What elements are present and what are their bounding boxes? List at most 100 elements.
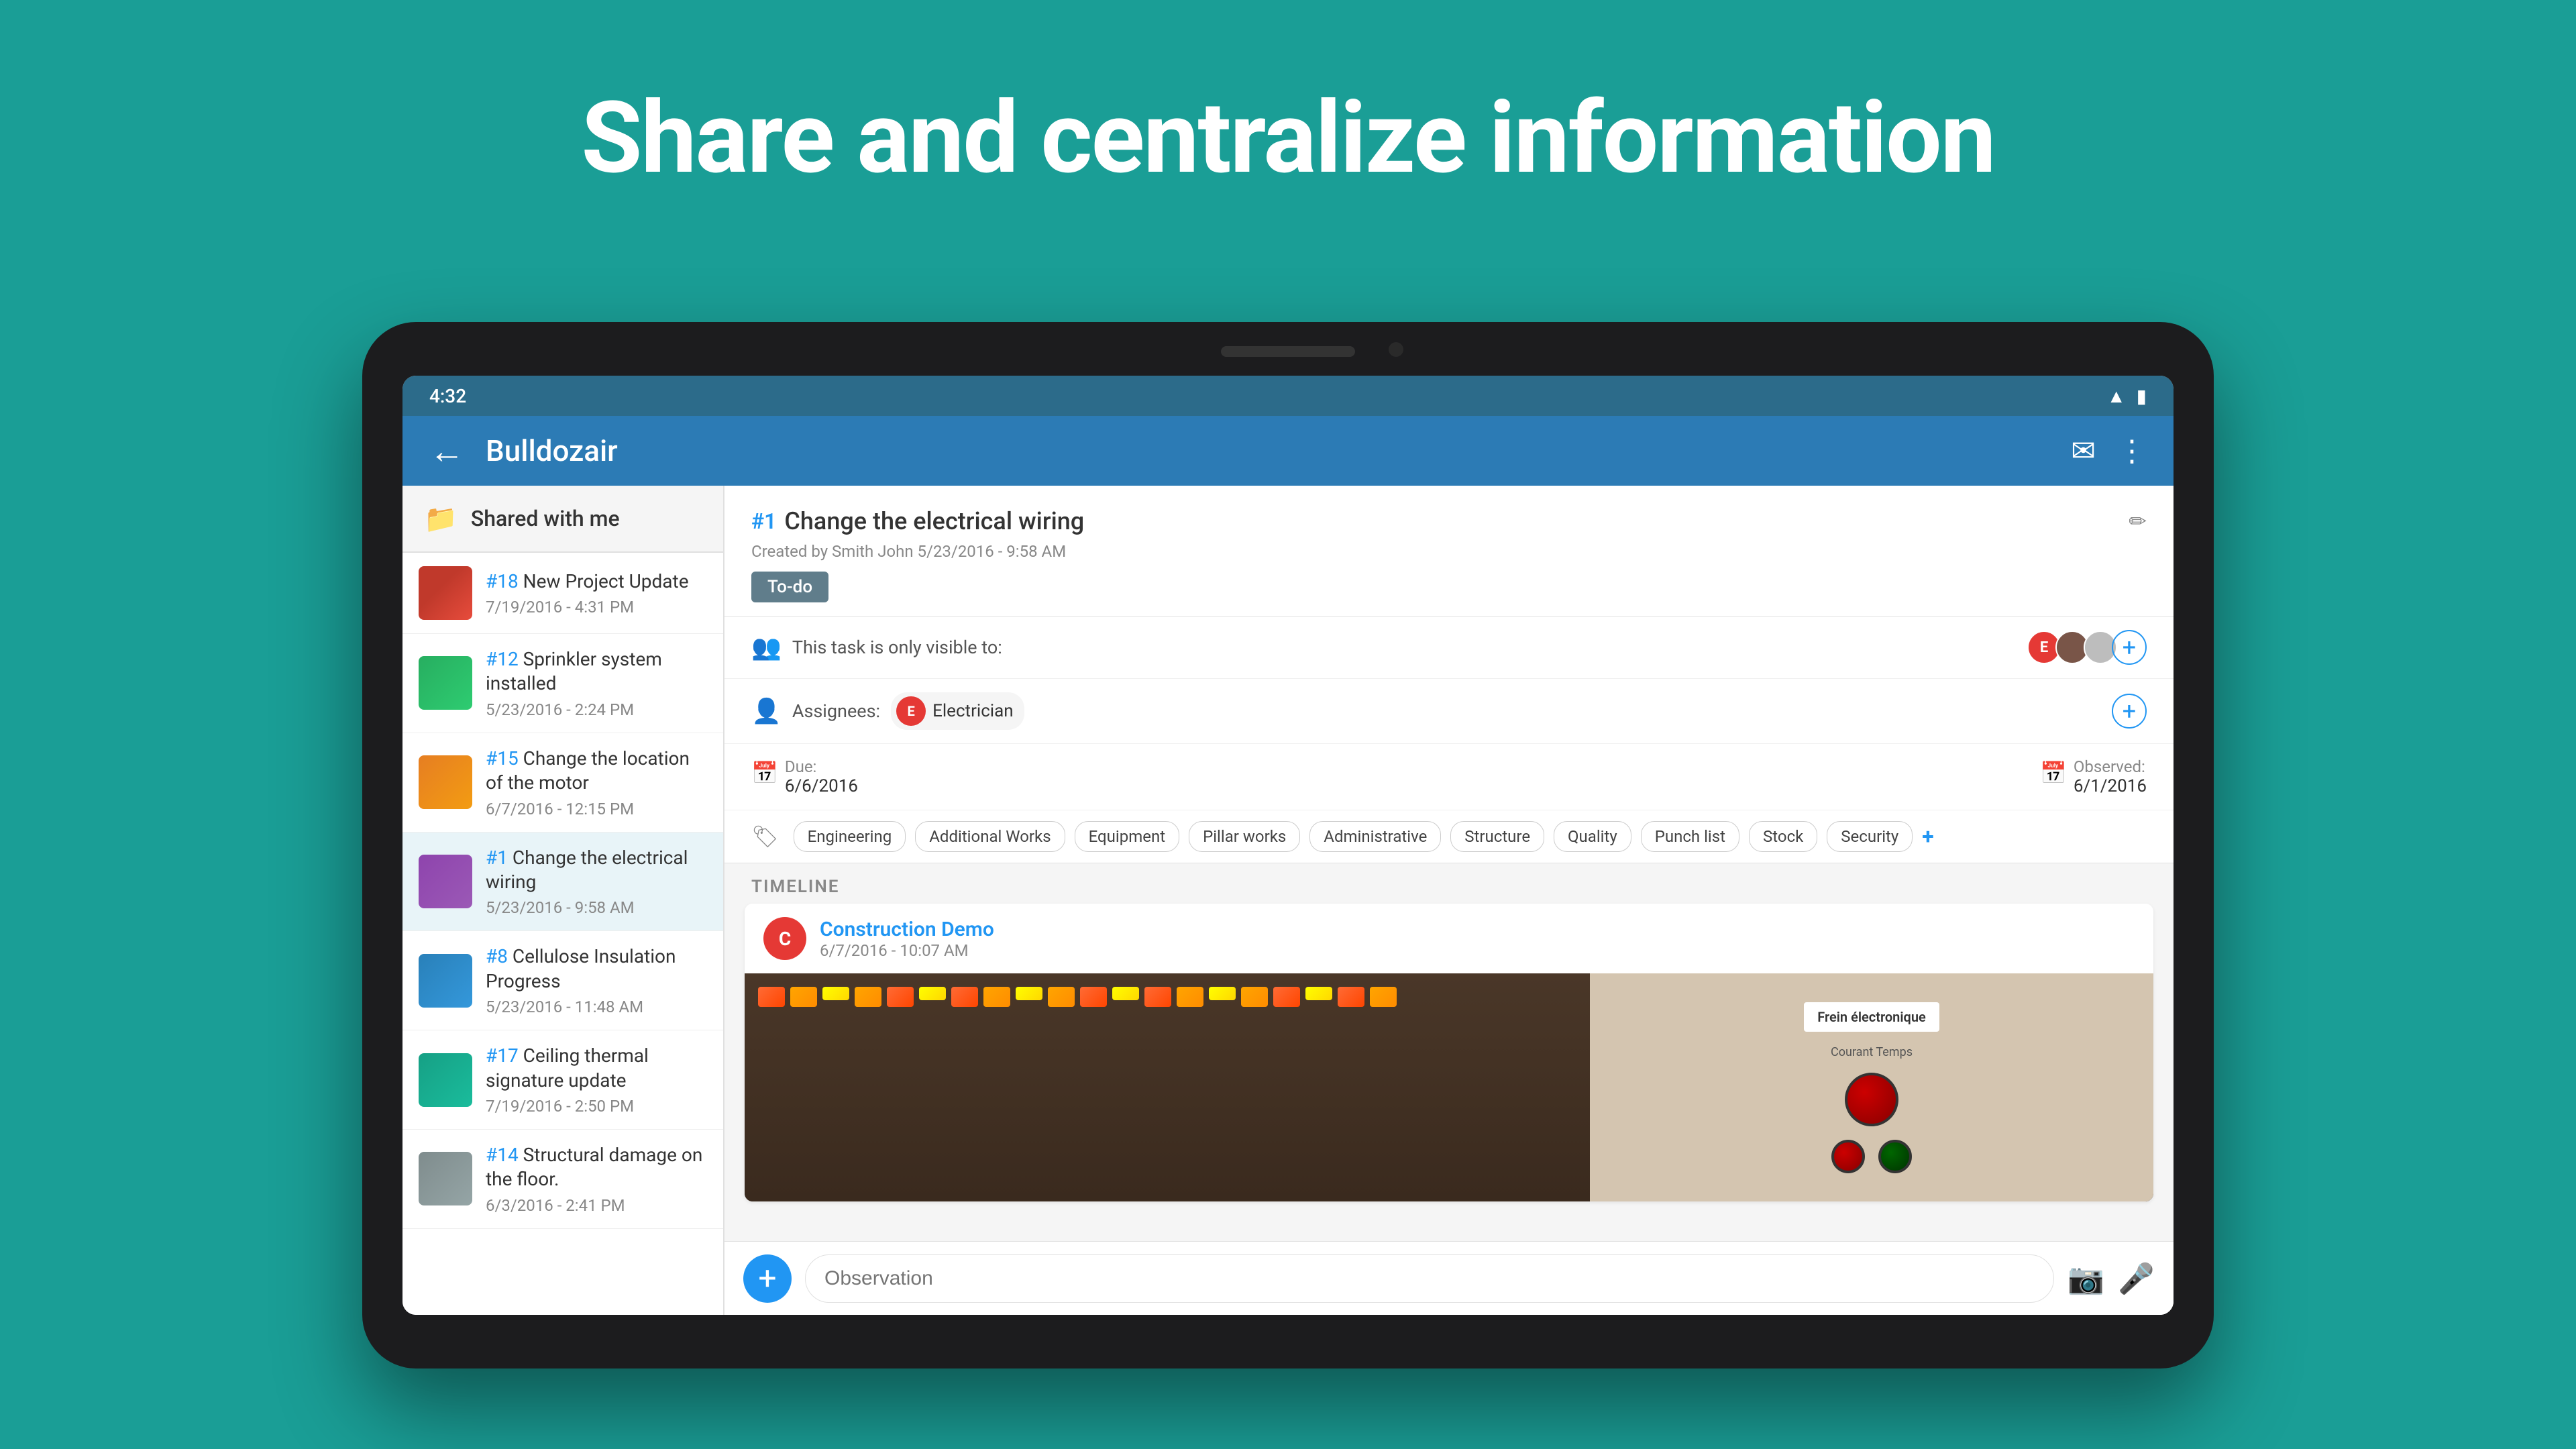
back-button[interactable]: ← xyxy=(429,431,464,472)
item-number: #1 xyxy=(486,847,508,869)
list-item-date: 5/23/2016 - 2:24 PM xyxy=(486,700,707,719)
email-icon[interactable]: ✉ xyxy=(2071,433,2096,468)
tag-engineering[interactable]: Engineering xyxy=(794,821,906,852)
list-item-info: #15 Change the location of the motor 6/7… xyxy=(486,747,707,818)
elec-component xyxy=(887,987,914,1007)
list-items: #18 New Project Update 7/19/2016 - 4:31 … xyxy=(402,553,723,1315)
list-thumb xyxy=(419,954,472,1008)
sidebar: 📁 Shared with me #18 New Project Update … xyxy=(402,486,724,1315)
elec-component xyxy=(1370,987,1397,1007)
list-item-title: #1 Change the electrical wiring xyxy=(486,846,707,895)
input-add-button[interactable]: + xyxy=(743,1254,792,1303)
due-date-value: 6/6/2016 xyxy=(785,776,858,796)
detail-created: Created by Smith John 5/23/2016 - 9:58 A… xyxy=(751,542,2147,561)
list-item[interactable]: #8 Cellulose Insulation Progress 5/23/20… xyxy=(402,931,723,1030)
battery-icon: ▮ xyxy=(2137,385,2147,407)
elec-component xyxy=(1241,987,1268,1007)
tag-additional-works[interactable]: Additional Works xyxy=(915,821,1065,852)
tag-more-button[interactable]: + xyxy=(1922,824,1933,849)
add-visibility-button[interactable]: + xyxy=(2112,630,2147,665)
observation-input[interactable] xyxy=(805,1254,2054,1303)
tag-quality[interactable]: Quality xyxy=(1554,821,1631,852)
timeline-user-name: Construction Demo xyxy=(820,918,2135,941)
tag-pillar-works[interactable]: Pillar works xyxy=(1189,821,1300,852)
wifi-icon: ▲ xyxy=(2107,385,2126,407)
elec-component xyxy=(983,987,1010,1007)
list-thumb xyxy=(419,1152,472,1205)
tag-security[interactable]: Security xyxy=(1827,821,1913,852)
elec-component xyxy=(1273,987,1300,1007)
elec-component xyxy=(919,987,946,1000)
elec-component xyxy=(1338,987,1364,1007)
list-item[interactable]: #17 Ceiling thermal signature update 7/1… xyxy=(402,1030,723,1130)
list-item[interactable]: #18 New Project Update 7/19/2016 - 4:31 … xyxy=(402,553,723,634)
avatar-group: E xyxy=(2027,631,2112,664)
electrical-board-panel: Frein électronique Courant Temps xyxy=(1590,973,2153,1201)
camera-icon[interactable]: 📷 xyxy=(2068,1261,2104,1296)
elec-component xyxy=(1048,987,1075,1007)
visibility-row: 👥 This task is only visible to: E + xyxy=(724,616,2174,679)
tablet-camera xyxy=(1389,342,1403,357)
detail-title-row: #1 Change the electrical wiring ✏ xyxy=(751,507,2147,535)
timeline-image: Frein électronique Courant Temps xyxy=(745,973,2153,1201)
visibility-text: This task is only visible to: xyxy=(792,637,2027,658)
elec-component xyxy=(790,987,817,1007)
status-bar: 4:32 ▲ ▮ xyxy=(402,376,2174,416)
add-assignee-button[interactable]: + xyxy=(2112,694,2147,729)
list-item-date: 6/3/2016 - 2:41 PM xyxy=(486,1196,707,1215)
more-options-icon[interactable]: ⋮ xyxy=(2117,433,2147,468)
due-date-info: Due: 6/6/2016 xyxy=(785,757,858,796)
tag-structure[interactable]: Structure xyxy=(1450,821,1544,852)
app-bar: ← Bulldozair ✉ ⋮ xyxy=(402,416,2174,486)
assignees-label: Assignees: xyxy=(792,700,880,722)
assignee-chip: E Electrician xyxy=(891,692,1024,730)
list-item-title: #18 New Project Update xyxy=(486,570,707,594)
elec-component xyxy=(1209,987,1236,1000)
tag-administrative[interactable]: Administrative xyxy=(1309,821,1441,852)
elec-component xyxy=(855,987,881,1007)
list-item-title: #15 Change the location of the motor xyxy=(486,747,707,796)
detail-panel: #1 Change the electrical wiring ✏ Create… xyxy=(724,486,2174,1315)
list-item[interactable]: #14 Structural damage on the floor. 6/3/… xyxy=(402,1130,723,1229)
electrical-board: Frein électronique Courant Temps xyxy=(745,973,2153,1201)
status-badge[interactable]: To-do xyxy=(751,572,828,602)
sidebar-header-text: Shared with me xyxy=(471,506,620,531)
tag-equipment[interactable]: Equipment xyxy=(1075,821,1179,852)
item-number: #17 xyxy=(486,1044,519,1067)
hero-title: Share and centralize information xyxy=(0,80,2576,197)
observed-calendar-icon: 📅 xyxy=(2040,760,2067,786)
tag-punch-list[interactable]: Punch list xyxy=(1641,821,1739,852)
list-thumb xyxy=(419,755,472,809)
list-thumb xyxy=(419,566,472,620)
observed-date-item: 📅 Observed: 6/1/2016 xyxy=(2040,757,2147,796)
elec-component xyxy=(1112,987,1139,1000)
item-number: #12 xyxy=(486,648,519,670)
calendar-icon: 📅 xyxy=(751,760,778,786)
elec-knob xyxy=(1845,1073,1898,1126)
timeline-label: TIMELINE xyxy=(724,863,2174,904)
list-item-active[interactable]: #1 Change the electrical wiring 5/23/201… xyxy=(402,833,723,932)
list-item-info: #1 Change the electrical wiring 5/23/201… xyxy=(486,846,707,918)
list-item[interactable]: #12 Sprinkler system installed 5/23/2016… xyxy=(402,634,723,733)
folder-icon: 📁 xyxy=(424,503,458,535)
edit-icon[interactable]: ✏ xyxy=(2129,508,2147,534)
tablet-speaker xyxy=(1221,346,1355,357)
item-number: #14 xyxy=(486,1144,519,1166)
observed-date-info: Observed: 6/1/2016 xyxy=(2074,757,2147,796)
mic-icon[interactable]: 🎤 xyxy=(2118,1261,2155,1296)
list-thumb xyxy=(419,1053,472,1107)
list-item-title: #8 Cellulose Insulation Progress xyxy=(486,945,707,994)
list-item-date: 7/19/2016 - 2:50 PM xyxy=(486,1097,707,1116)
due-label: Due: xyxy=(785,757,858,776)
item-number: #15 xyxy=(486,747,519,769)
list-item[interactable]: #15 Change the location of the motor 6/7… xyxy=(402,733,723,833)
status-icons: ▲ ▮ xyxy=(2107,385,2147,407)
tag-stock[interactable]: Stock xyxy=(1749,821,1817,852)
list-item-date: 7/19/2016 - 4:31 PM xyxy=(486,598,707,616)
elec-knob-small xyxy=(1831,1140,1865,1173)
elec-component xyxy=(951,987,978,1007)
list-item-info: #12 Sprinkler system installed 5/23/2016… xyxy=(486,647,707,719)
tags-row: 🏷 Engineering Additional Works Equipment… xyxy=(724,810,2174,863)
item-number: #18 xyxy=(486,570,519,592)
elec-knob-small xyxy=(1878,1140,1912,1173)
